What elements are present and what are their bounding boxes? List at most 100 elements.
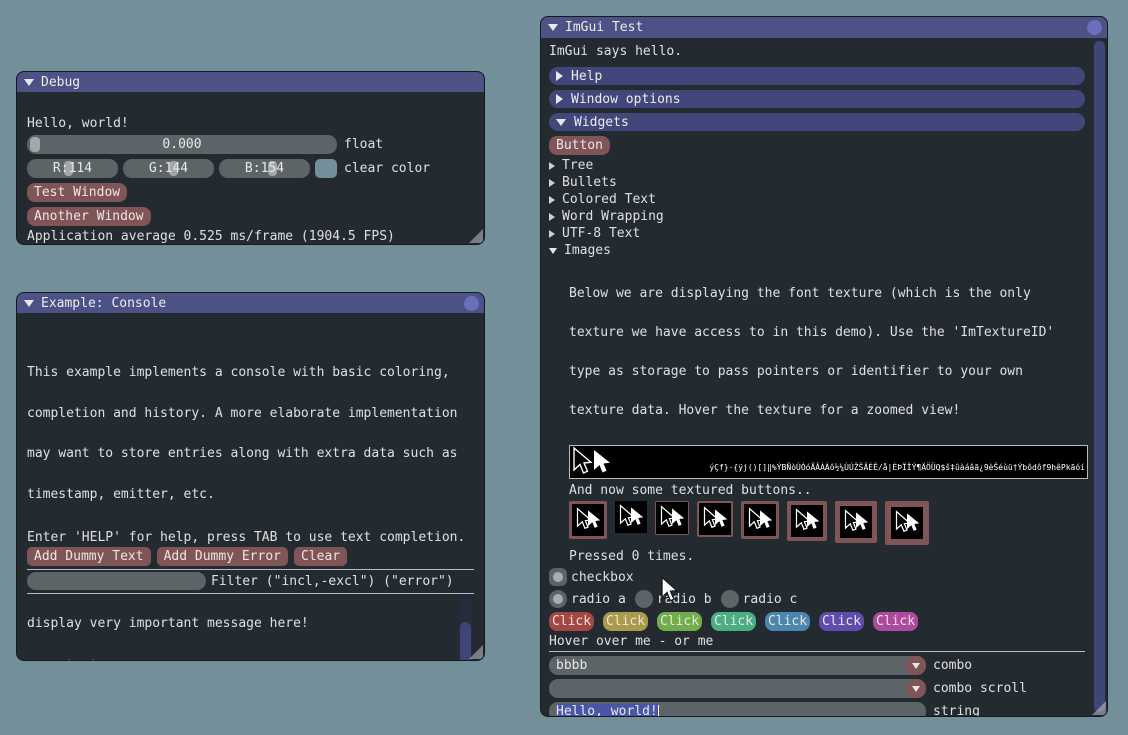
click-button-1[interactable]: Click [549, 612, 594, 631]
image-button[interactable] [569, 501, 607, 539]
image-button[interactable] [697, 501, 733, 537]
expand-arrow-icon[interactable] [556, 94, 563, 104]
expand-arrow-icon [549, 179, 555, 187]
collapse-arrow-icon[interactable] [24, 300, 34, 307]
hover-text: Hover over me - or me [549, 635, 1085, 648]
checkbox-row: checkbox [549, 568, 1085, 586]
click-button-3[interactable]: Click [657, 612, 702, 631]
blue-value: B:154 [245, 161, 284, 176]
expand-arrow-icon [549, 213, 555, 221]
red-slider[interactable]: R:114 [27, 159, 118, 178]
resize-grip[interactable] [469, 229, 483, 243]
window-title: Example: Console [41, 296, 166, 311]
chevron-down-icon [912, 663, 920, 669]
click-button-5[interactable]: Click [765, 612, 810, 631]
clear-color-label: clear color [344, 161, 430, 176]
text-caret [658, 705, 659, 717]
window-scrollbar[interactable] [1093, 39, 1106, 714]
combo-box[interactable]: bbbb [549, 656, 926, 675]
separator [27, 593, 474, 594]
add-dummy-text-button[interactable]: Add Dummy Text [27, 547, 151, 566]
expand-arrow-icon[interactable] [556, 71, 563, 81]
expand-arrow-icon [549, 230, 555, 238]
tree-node-bullets[interactable]: Bullets [549, 176, 1085, 189]
font-texture-image[interactable]: ýÇf}·{ÿj()[]‖%ÝBÑòÙÓóÃÂÀÀô½¼ÙÚŽŠÂÉÊ/å|ÈÞ… [569, 445, 1088, 479]
button-widget[interactable]: Button [549, 136, 610, 155]
hello-world-text: Hello, world! [27, 117, 474, 130]
checkbox[interactable] [549, 568, 567, 586]
collapse-arrow-icon[interactable] [548, 24, 558, 31]
test-window-button[interactable]: Test Window [27, 183, 127, 202]
header-window-options[interactable]: Window options [549, 90, 1085, 108]
debug-window: Debug Hello, world! 0.000 float R:114 G:… [16, 71, 485, 245]
click-button-7[interactable]: Click [873, 612, 918, 631]
add-dummy-error-button[interactable]: Add Dummy Error [157, 547, 288, 566]
click-button-2[interactable]: Click [603, 612, 648, 631]
separator [27, 569, 474, 570]
image-button[interactable] [835, 501, 877, 543]
radio-b[interactable] [635, 590, 653, 608]
combo-arrow-button[interactable] [906, 679, 926, 698]
combo-label: combo [933, 658, 972, 673]
combo-row: bbbb combo [549, 656, 1085, 675]
radio-row: radio a radio b radio c [549, 590, 1085, 608]
console-log[interactable]: display very important message here! som… [27, 596, 474, 661]
image-button[interactable] [655, 501, 689, 535]
images-description-text: Below we are displaying the font texture… [569, 261, 1085, 443]
blue-slider[interactable]: B:154 [219, 159, 310, 178]
close-icon[interactable] [464, 296, 479, 311]
collapse-arrow-icon[interactable] [556, 119, 566, 126]
tree-node-word-wrapping[interactable]: Word Wrapping [549, 210, 1085, 223]
float-slider[interactable]: 0.000 [27, 135, 337, 154]
clear-button[interactable]: Clear [294, 547, 347, 566]
tree-node-images[interactable]: Images [549, 244, 1085, 257]
string-input-row: Hello, world! string [549, 702, 1085, 717]
radio-a[interactable] [549, 590, 567, 608]
image-button[interactable] [787, 501, 827, 541]
log-line: some text [27, 659, 474, 661]
font-texture-glyphs: ýÇf}·{ÿj()[]‖%ÝBÑòÙÓóÃÂÀÀô½¼ÙÚŽŠÂÉÊ/å|ÈÞ… [614, 446, 1087, 478]
combo-scroll-box[interactable] [549, 679, 926, 698]
slider-grab[interactable] [30, 137, 40, 152]
header-widgets[interactable]: Widgets [549, 113, 1085, 131]
collapse-arrow-icon [549, 248, 557, 254]
string-input[interactable]: Hello, world! [549, 702, 926, 717]
close-icon[interactable] [1087, 20, 1102, 35]
fps-stats-text: Application average 0.525 ms/frame (1904… [27, 230, 474, 243]
collapse-arrow-icon[interactable] [24, 79, 34, 86]
expand-arrow-icon [549, 196, 555, 204]
header-help[interactable]: Help [549, 67, 1085, 85]
desktop: { "colors": { "clear_color": "#728f9a", … [0, 0, 1128, 735]
tree-node-tree[interactable]: Tree [549, 159, 1085, 172]
tree-node-utf8-text[interactable]: UTF-8 Text [549, 227, 1085, 240]
image-button[interactable] [885, 501, 929, 545]
filter-input[interactable] [27, 572, 206, 590]
image-button[interactable] [615, 501, 647, 533]
green-slider[interactable]: G:144 [123, 159, 214, 178]
radio-a-label: radio a [571, 592, 626, 607]
console-help-text: Enter 'HELP' for help, press TAB to use … [27, 531, 474, 544]
window-scrollbar-thumb[interactable] [1094, 41, 1105, 712]
click-button-6[interactable]: Click [819, 612, 864, 631]
radio-c[interactable] [721, 590, 739, 608]
console-window: Example: Console This example implements… [16, 292, 485, 661]
resize-grip[interactable] [469, 645, 483, 659]
image-button[interactable] [741, 501, 779, 539]
combo-arrow-button[interactable] [906, 656, 926, 675]
click-button-4[interactable]: Click [711, 612, 756, 631]
console-titlebar[interactable]: Example: Console [17, 293, 484, 313]
expand-arrow-icon [549, 162, 555, 170]
another-window-button[interactable]: Another Window [27, 207, 151, 226]
window-title: Debug [41, 75, 80, 90]
chevron-down-icon [912, 686, 920, 692]
combo-scroll-label: combo scroll [933, 681, 1027, 696]
tree-node-colored-text[interactable]: Colored Text [549, 193, 1085, 206]
debug-titlebar[interactable]: Debug [17, 72, 484, 92]
color-swatch[interactable] [315, 159, 337, 178]
log-line: display very important message here! [27, 617, 474, 631]
test-titlebar[interactable]: ImGui Test [541, 17, 1107, 38]
filter-label: Filter ("incl,-excl") ("error") [211, 574, 454, 589]
resize-grip[interactable] [1092, 701, 1106, 715]
imgui-test-window: ImGui Test ImGui says hello. Help Window… [540, 16, 1108, 717]
hello-text: ImGui says hello. [549, 45, 1085, 58]
